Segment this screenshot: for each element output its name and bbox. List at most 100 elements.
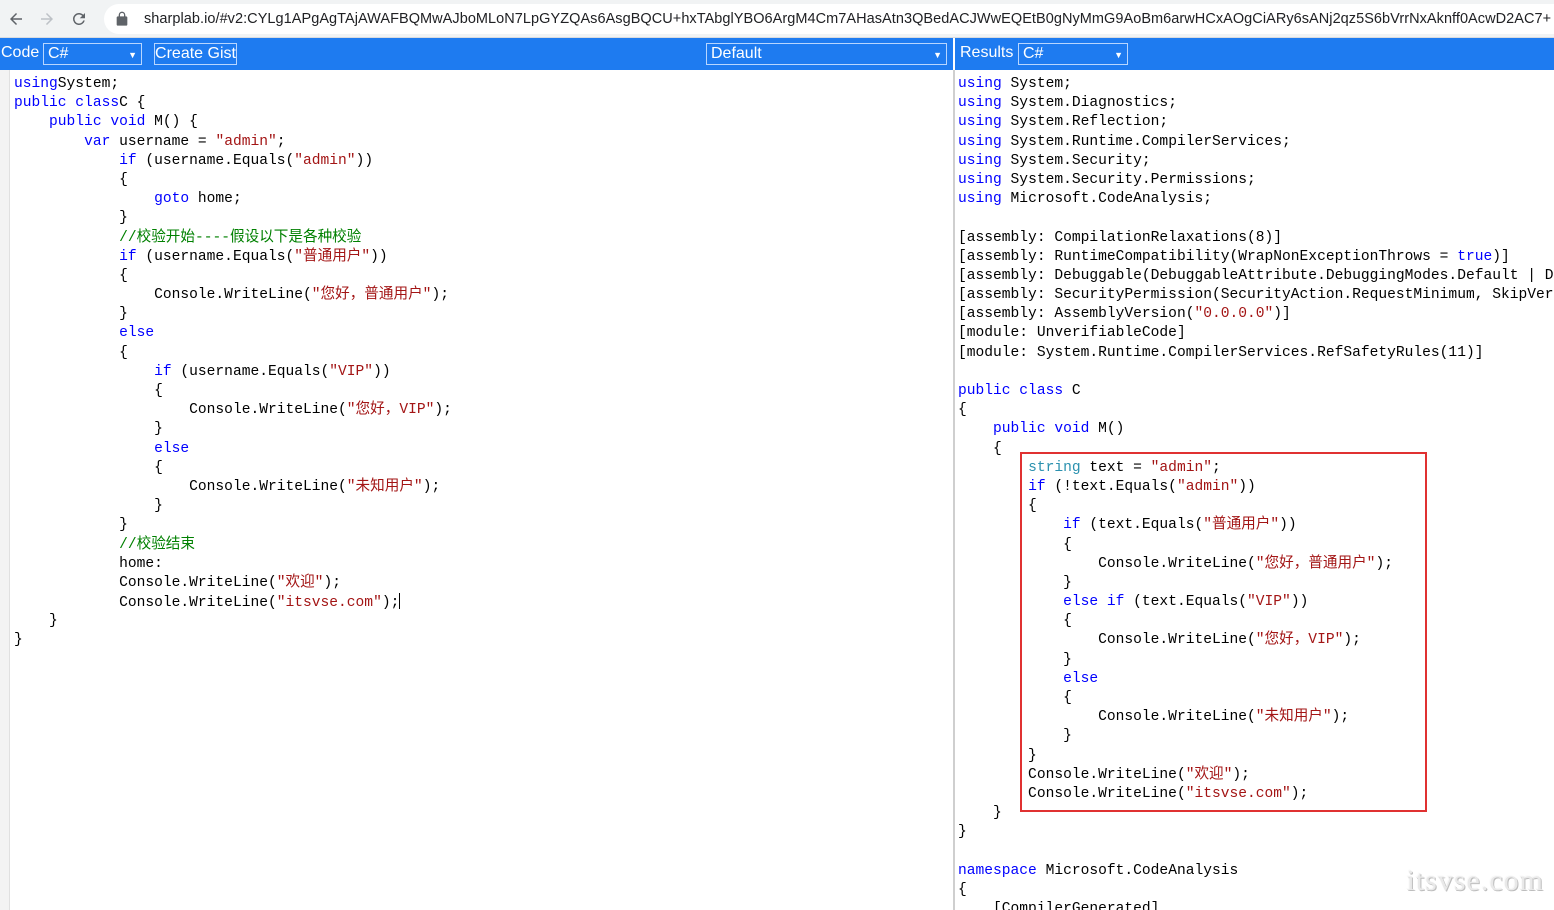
code-token: { — [14, 459, 163, 476]
result-code-line: public void M() — [958, 420, 1554, 439]
result-code-line: [CompilerGenerated] — [958, 900, 1554, 910]
code-token: } — [14, 421, 163, 438]
code-token: "欢迎" — [276, 574, 324, 591]
code-token: { — [14, 171, 128, 188]
code-token: Console.WriteLine( — [14, 287, 312, 304]
browser-toolbar: sharplab.io/#v2:CYLg1APgAgTAjAWAFBQMwAJb… — [0, 0, 1554, 38]
code-token: (username.Equals( — [136, 248, 295, 265]
code-token: )) — [373, 363, 391, 380]
code-editor[interactable]: usingSystem; public classC { public void … — [14, 75, 949, 651]
code-token: [assembly: Debuggable(DebuggableAttribut… — [958, 267, 1554, 284]
forward-button[interactable] — [31, 3, 63, 35]
code-token: } — [14, 632, 23, 649]
code-token: "VIP" — [329, 363, 374, 380]
code-token: ); — [381, 595, 400, 612]
text-cursor — [399, 593, 401, 610]
code-token: "普通用户" — [294, 248, 371, 265]
source-code-line: public classC { — [14, 94, 949, 113]
branch-mode-value: Default — [711, 45, 762, 62]
result-code-line: using Microsoft.CodeAnalysis; — [958, 190, 1554, 209]
code-token: //校验结束 — [119, 536, 195, 553]
result-code-line: using System.Security; — [958, 152, 1554, 171]
result-code-line: [assembly: CompilationRelaxations(8)] — [958, 229, 1554, 248]
result-code-line — [958, 843, 1554, 862]
code-token: )) — [370, 248, 388, 265]
code-token: { — [958, 440, 1002, 457]
code-token: [assembly: SecurityPermission(SecurityAc… — [958, 287, 1554, 304]
reload-button[interactable] — [63, 3, 95, 35]
code-token: { — [958, 402, 967, 419]
code-token: if — [154, 363, 172, 380]
code-token: Console.WriteLine( — [14, 402, 347, 419]
code-token: "itsvse.com" — [276, 595, 382, 612]
source-code-line: } — [14, 305, 949, 324]
code-token: Console.WriteLine( — [14, 478, 347, 495]
code-token: using — [958, 114, 1002, 131]
source-code-line: if (username.Equals("admin")) — [14, 152, 949, 171]
code-token: [assembly: RuntimeCompatibility(WrapNonE… — [958, 248, 1458, 265]
source-code-line: Console.WriteLine("您好，普通用户"); — [14, 286, 949, 305]
create-gist-button[interactable]: Create Gist — [154, 43, 237, 65]
code-token: } — [14, 306, 128, 323]
url-text: sharplab.io/#v2:CYLg1APgAgTAjAWAFBQMwAJb… — [144, 11, 1552, 27]
result-code-line: using System.Security.Permissions; — [958, 171, 1554, 190]
code-token: using — [958, 76, 1002, 92]
code-token: [module: System.Runtime.CompilerServices… — [958, 344, 1484, 361]
result-code-line: [assembly: RuntimeCompatibility(WrapNonE… — [958, 248, 1554, 267]
code-token: (username.Equals( — [171, 363, 330, 380]
code-token: [CompilerGenerated] — [958, 901, 1160, 910]
code-token: Microsoft.CodeAnalysis — [1036, 862, 1239, 879]
reload-icon — [72, 12, 85, 25]
results-label: Results — [960, 44, 1014, 61]
code-token: public void — [993, 421, 1090, 438]
result-code-line: [module: UnverifiableCode] — [958, 324, 1554, 343]
back-button[interactable] — [0, 3, 32, 35]
code-language-select[interactable]: C# ▼ — [43, 43, 142, 65]
code-token: )] — [1492, 248, 1510, 265]
code-token: } — [958, 805, 1002, 822]
code-token: if — [119, 248, 137, 265]
code-token: )] — [1273, 306, 1291, 323]
code-token: var — [84, 133, 111, 150]
code-token: ; — [276, 133, 286, 150]
source-code-line: goto home; — [14, 190, 949, 209]
code-token: System; — [57, 76, 120, 92]
result-code-line: } — [958, 823, 1554, 842]
code-token: Console.WriteLine( — [14, 574, 277, 591]
result-code-line: using System.Runtime.CompilerServices; — [958, 133, 1554, 152]
source-code-line: home: — [14, 555, 949, 574]
code-token: "admin" — [215, 133, 277, 150]
code-token: System.Security; — [1001, 152, 1151, 169]
panel-splitter[interactable] — [953, 70, 955, 910]
code-token: Microsoft.CodeAnalysis; — [1001, 191, 1212, 208]
code-token: ); — [431, 287, 449, 304]
code-token: home; — [189, 191, 242, 208]
results-language-select[interactable]: C# ▼ — [1018, 43, 1128, 65]
code-token: using — [958, 95, 1002, 112]
code-token: { — [14, 383, 163, 399]
result-code-line — [958, 209, 1554, 228]
source-code-line: { — [14, 171, 949, 190]
result-code-line: using System; — [958, 75, 1554, 94]
source-code-line: //校验结束 — [14, 536, 949, 555]
code-token: else — [119, 325, 155, 342]
code-token: System.Reflection; — [1001, 114, 1169, 131]
address-bar[interactable]: sharplab.io/#v2:CYLg1APgAgTAjAWAFBQMwAJb… — [104, 4, 1554, 34]
result-code-line: [assembly: SecurityPermission(SecurityAc… — [958, 286, 1554, 305]
source-code-line: { — [14, 344, 949, 363]
chevron-down-icon: ▼ — [1114, 50, 1123, 60]
code-token: //校验开始----假设以下是各种校验 — [119, 229, 362, 246]
code-token: { — [14, 267, 128, 284]
source-code-line: var username = "admin"; — [14, 133, 949, 152]
results-toolbar: Results C# ▼ — [955, 38, 1554, 70]
branch-mode-select[interactable]: Default ▼ — [706, 43, 947, 65]
code-token: { — [958, 881, 967, 898]
code-token: System.Security.Permissions; — [1001, 171, 1256, 188]
code-toolbar: Code C# ▼ Create Gist Default ▼ — [0, 38, 953, 70]
